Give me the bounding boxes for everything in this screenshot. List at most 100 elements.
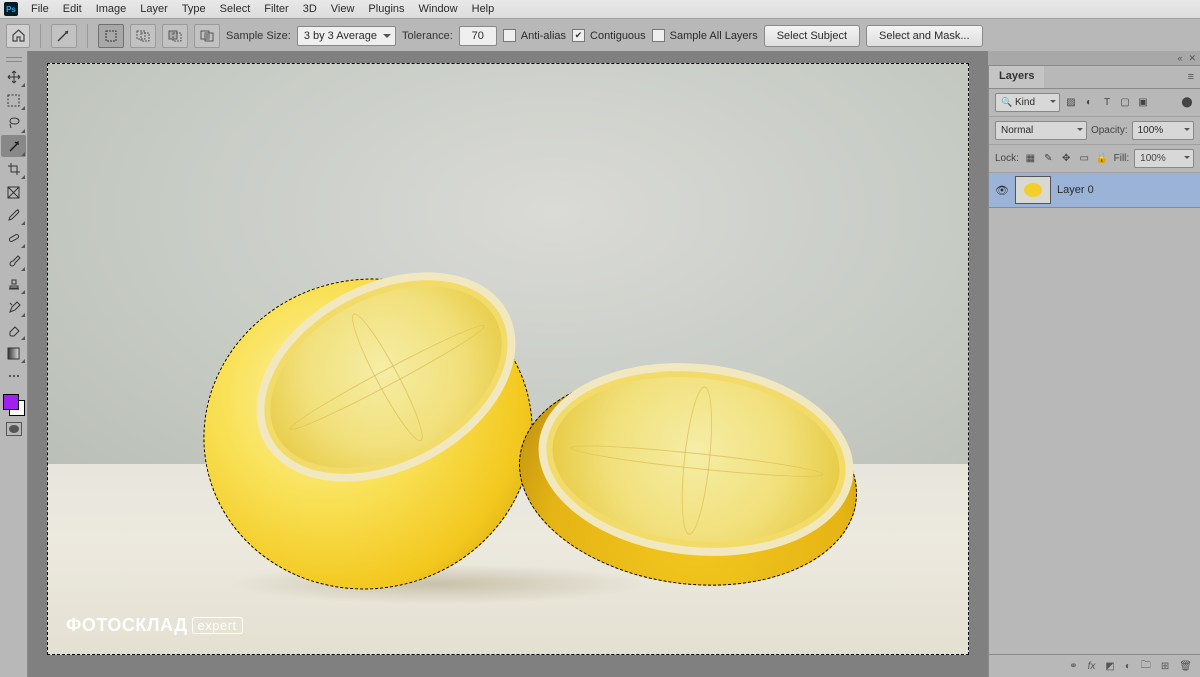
menu-plugins[interactable]: Plugins: [361, 3, 411, 15]
filter-adjust-icon[interactable]: ◐: [1082, 96, 1096, 110]
home-button[interactable]: [6, 24, 30, 48]
separator: [87, 24, 88, 48]
marquee-tool[interactable]: [1, 89, 26, 111]
menu-edit[interactable]: Edit: [56, 3, 89, 15]
filter-type-icon[interactable]: T: [1100, 96, 1114, 110]
move-tool[interactable]: [1, 66, 26, 88]
clone-stamp-tool[interactable]: [1, 273, 26, 295]
magic-wand-tool[interactable]: [1, 135, 26, 157]
link-icon[interactable]: ⚭: [1069, 661, 1077, 672]
adjustment-icon[interactable]: ◐: [1125, 661, 1131, 672]
menu-layer[interactable]: Layer: [133, 3, 175, 15]
frame-tool[interactable]: [1, 181, 26, 203]
crop-icon: [7, 162, 21, 176]
foreground-color-swatch[interactable]: [3, 394, 19, 410]
sample-size-select[interactable]: 3 by 3 Average: [297, 26, 396, 46]
menu-select[interactable]: Select: [213, 3, 258, 15]
document-canvas[interactable]: ФОТОСКЛАД expert: [47, 63, 969, 655]
checkbox-icon: [652, 29, 665, 42]
watermark-brand: ФОТОСКЛАД: [66, 615, 188, 636]
move-icon: [7, 70, 21, 84]
sample-size-label: Sample Size:: [226, 30, 291, 42]
add-selection-button[interactable]: [130, 24, 156, 48]
gradient-tool[interactable]: [1, 342, 26, 364]
layer-filter-row: 🔍 Kind ▨ ◐ T ▢ ▣ ⬤: [989, 89, 1200, 117]
lock-trans-icon[interactable]: ▦: [1024, 152, 1037, 166]
tool-preset-picker[interactable]: [51, 24, 77, 48]
ellipsis-icon: [7, 373, 21, 379]
lock-all-icon[interactable]: 🔒: [1096, 152, 1109, 166]
history-brush-icon: [7, 300, 21, 314]
eraser-tool[interactable]: [1, 319, 26, 341]
visibility-toggle[interactable]: 👁: [995, 184, 1009, 197]
menu-type[interactable]: Type: [175, 3, 213, 15]
panel-grip[interactable]: [6, 57, 22, 62]
filter-kind-select[interactable]: 🔍 Kind: [995, 93, 1060, 112]
anti-alias-label: Anti-alias: [521, 30, 566, 42]
filter-smart-icon[interactable]: ▣: [1136, 96, 1150, 110]
crop-tool[interactable]: [1, 158, 26, 180]
filter-toggle-icon[interactable]: ⬤: [1180, 96, 1194, 110]
select-subject-button[interactable]: Select Subject: [764, 25, 860, 47]
select-and-mask-button[interactable]: Select and Mask...: [866, 25, 983, 47]
contiguous-label: Contiguous: [590, 30, 646, 42]
tab-layers[interactable]: Layers: [989, 66, 1044, 88]
lock-position-icon[interactable]: ✥: [1060, 152, 1073, 166]
eraser-icon: [7, 323, 21, 337]
menu-view[interactable]: View: [324, 3, 362, 15]
wand-icon: [56, 29, 72, 43]
sample-all-checkbox[interactable]: Sample All Layers: [652, 29, 758, 42]
trash-icon[interactable]: 🗑: [1179, 661, 1192, 672]
more-tools[interactable]: [1, 365, 26, 387]
healing-brush-tool[interactable]: [1, 227, 26, 249]
layer-list: 👁 Layer 0: [989, 173, 1200, 654]
menu-file[interactable]: File: [24, 3, 56, 15]
blend-mode-select[interactable]: Normal: [995, 121, 1087, 140]
intersect-selection-button[interactable]: [194, 24, 220, 48]
sample-all-label: Sample All Layers: [670, 30, 758, 42]
separator: [40, 24, 41, 48]
watermark: ФОТОСКЛАД expert: [66, 615, 243, 636]
filter-pixel-icon[interactable]: ▨: [1064, 96, 1078, 110]
menu-filter[interactable]: Filter: [257, 3, 295, 15]
filter-shape-icon[interactable]: ▢: [1118, 96, 1132, 110]
fx-icon[interactable]: fx: [1088, 661, 1096, 672]
history-brush-tool[interactable]: [1, 296, 26, 318]
menu-window[interactable]: Window: [412, 3, 465, 15]
anti-alias-checkbox[interactable]: Anti-alias: [503, 29, 566, 42]
home-icon: [12, 29, 25, 42]
close-icon[interactable]: ✕: [1188, 53, 1196, 64]
eyedropper-tool[interactable]: [1, 204, 26, 226]
menu-help[interactable]: Help: [465, 3, 502, 15]
new-selection-button[interactable]: [98, 24, 124, 48]
fill-input[interactable]: 100%: [1134, 149, 1194, 168]
selection-add-icon: [136, 30, 150, 42]
group-icon[interactable]: 🗀: [1141, 658, 1151, 675]
tools-panel: [0, 51, 28, 677]
contiguous-checkbox[interactable]: Contiguous: [572, 29, 646, 42]
lasso-tool[interactable]: [1, 112, 26, 134]
layer-name[interactable]: Layer 0: [1057, 184, 1094, 196]
menu-image[interactable]: Image: [89, 3, 134, 15]
tolerance-input[interactable]: 70: [459, 26, 497, 46]
color-swatches[interactable]: [3, 394, 25, 416]
lock-artboard-icon[interactable]: ▭: [1078, 152, 1091, 166]
stamp-icon: [7, 277, 21, 291]
layer-item[interactable]: 👁 Layer 0: [989, 173, 1200, 208]
layers-footer: ⚭ fx ◩ ◐ 🗀 ⊞ 🗑: [989, 654, 1200, 677]
collapse-icon[interactable]: «: [1177, 53, 1182, 63]
new-layer-icon[interactable]: ⊞: [1161, 661, 1169, 672]
brush-tool[interactable]: [1, 250, 26, 272]
mask-icon[interactable]: ◩: [1105, 661, 1114, 672]
right-panels: « ✕ Layers ≡ 🔍 Kind ▨ ◐ T ▢ ▣ ⬤ Normal O…: [988, 51, 1200, 677]
opacity-input[interactable]: 100%: [1132, 121, 1194, 140]
lock-pixels-icon[interactable]: ✎: [1042, 152, 1055, 166]
filter-kind-value: Kind: [1015, 97, 1035, 108]
panel-menu-icon[interactable]: ≡: [1188, 71, 1194, 83]
standard-mode-button[interactable]: [6, 422, 22, 436]
subtract-selection-button[interactable]: [162, 24, 188, 48]
menu-3d[interactable]: 3D: [296, 3, 324, 15]
sample-size-value: 3 by 3 Average: [304, 30, 377, 42]
wand-icon: [7, 139, 21, 153]
layer-thumbnail[interactable]: [1015, 176, 1051, 204]
